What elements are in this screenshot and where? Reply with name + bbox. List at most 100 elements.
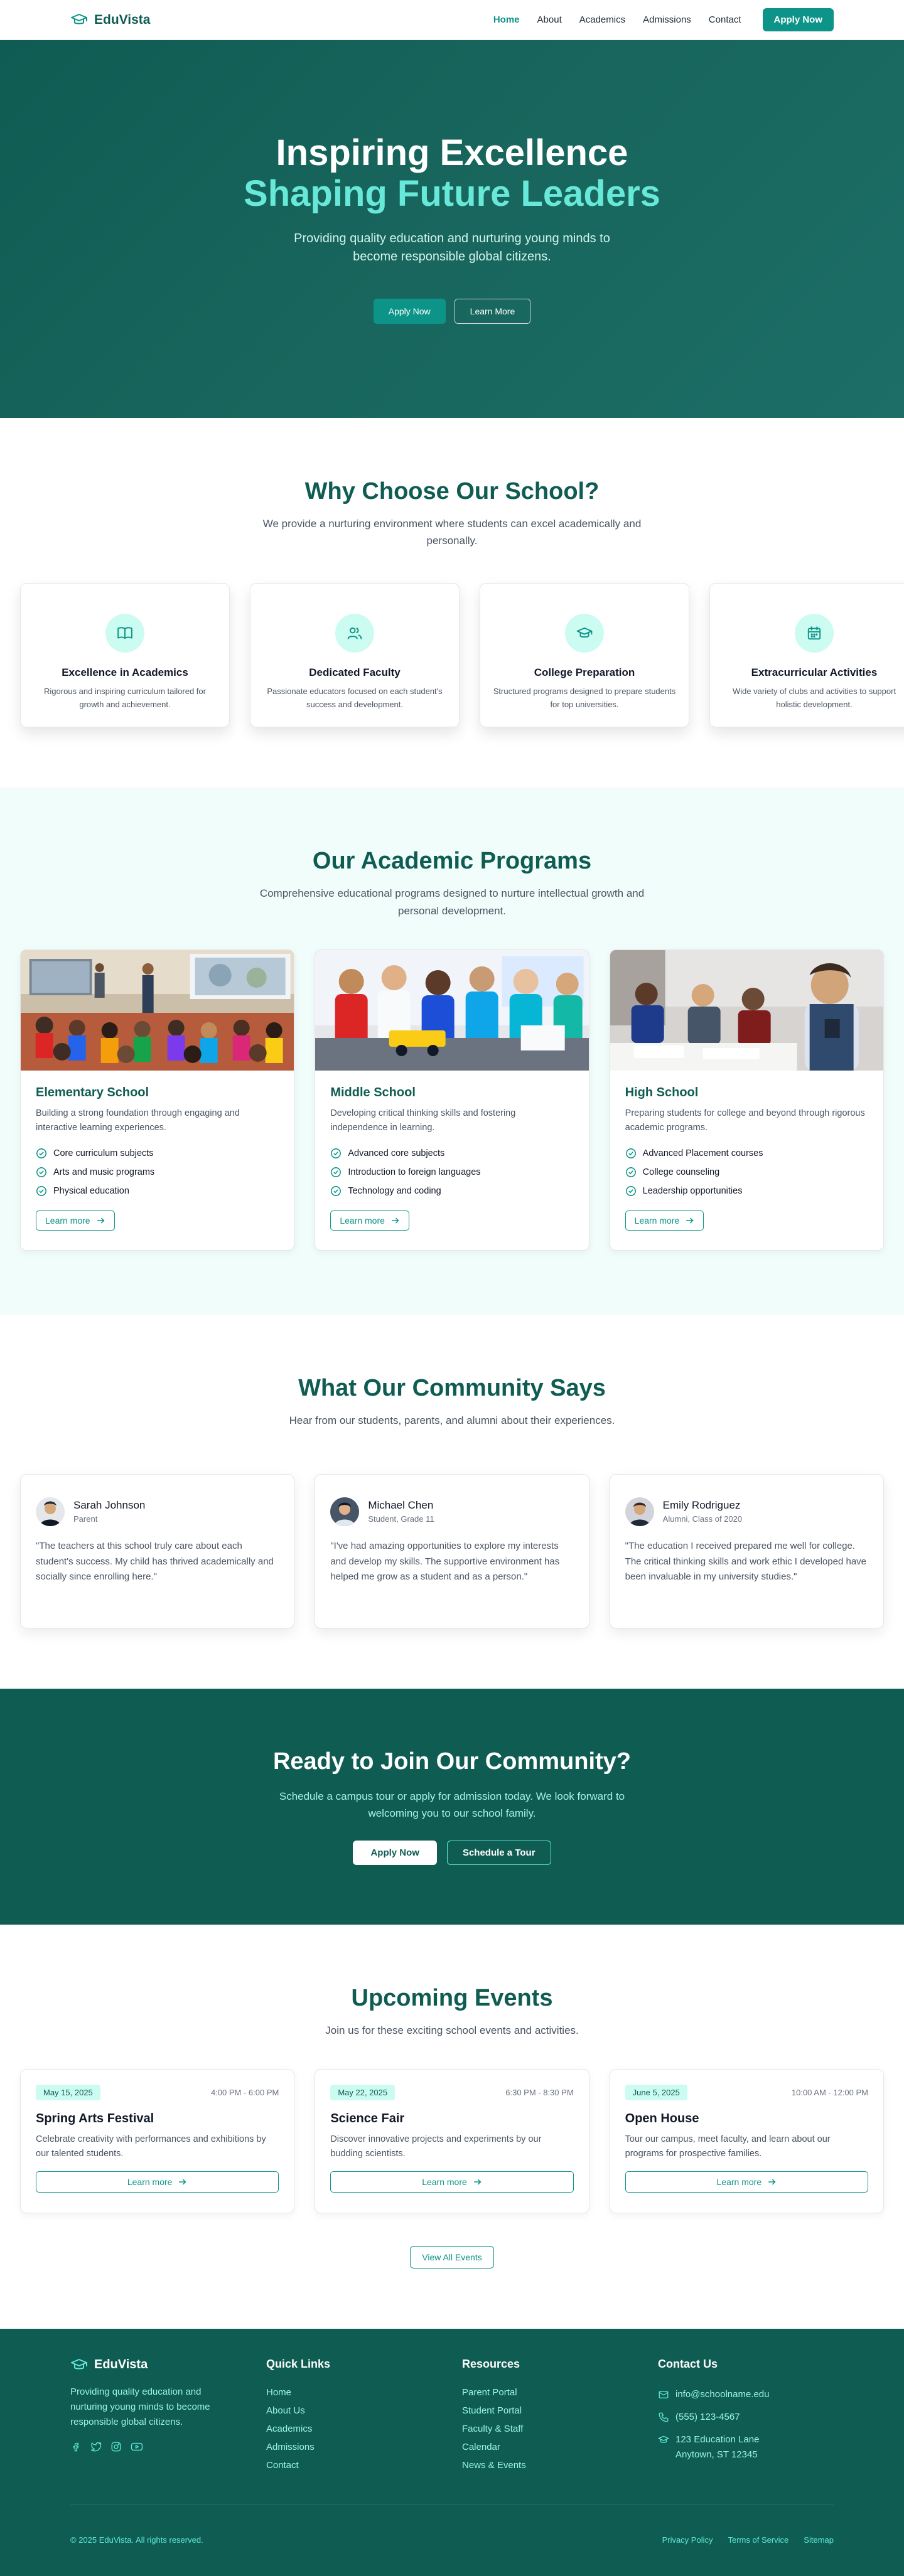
twitter-icon[interactable] <box>90 2441 102 2452</box>
book-icon <box>105 614 144 653</box>
event-time: 10:00 AM - 12:00 PM <box>791 2088 868 2098</box>
footer-column-title: Quick Links <box>266 2358 331 2371</box>
list-item: College counseling <box>625 1163 868 1182</box>
list-item: Physical education <box>36 1182 279 1200</box>
section-title: Our Academic Programs <box>312 848 592 875</box>
footer-link-news-events[interactable]: News & Events <box>462 2456 638 2474</box>
arrow-right-icon <box>768 2178 777 2186</box>
event-learn-more-button[interactable]: Learn more <box>625 2171 868 2193</box>
cta-section: Ready to Join Our Community? Schedule a … <box>0 1688 904 1925</box>
feature-desc: Rigorous and inspiring curriculum tailor… <box>44 687 206 709</box>
footer-link-home[interactable]: Home <box>266 2383 442 2402</box>
nav-link-admissions[interactable]: Admissions <box>643 14 691 25</box>
mail-icon <box>658 2387 669 2400</box>
nav-link-academics[interactable]: Academics <box>579 14 625 25</box>
program-learn-more-button[interactable]: Learn more <box>36 1211 115 1231</box>
check-circle-icon <box>330 1185 342 1197</box>
footer-link-calendar[interactable]: Calendar <box>462 2438 638 2456</box>
program-learn-more-button[interactable]: Learn more <box>625 1211 704 1231</box>
check-circle-icon <box>625 1167 637 1178</box>
feature-card: Dedicated Faculty Passionate educators f… <box>250 583 460 728</box>
feature-desc: Wide variety of clubs and activities to … <box>732 687 896 709</box>
feature-label: Introduction to foreign languages <box>348 1167 481 1178</box>
address-line-2: Anytown, ST 12345 <box>675 2449 758 2461</box>
hero-apply-button[interactable]: Apply Now <box>373 299 446 324</box>
event-card: May 22, 2025 6:30 PM - 8:30 PM Science Fa… <box>315 2069 589 2214</box>
view-all-events-button[interactable]: View All Events <box>410 2246 494 2269</box>
feature-label: Advanced Placement courses <box>642 1148 763 1159</box>
event-learn-more-button[interactable]: Learn more <box>330 2171 574 2193</box>
testimonial-card: Emily Rodriguez Alumni, Class of 2020 "T… <box>609 1473 884 1628</box>
terms-of-service-link[interactable]: Terms of Service <box>728 2535 788 2545</box>
footer-link-contact[interactable]: Contact <box>266 2456 442 2474</box>
feature-card: College Preparation Structured programs … <box>480 583 689 728</box>
section-subtitle: Hear from our students, parents, and alu… <box>289 1414 615 1426</box>
contact-email: info@schoolname.edu <box>658 2383 834 2406</box>
hero-title: Inspiring Excellence <box>276 132 628 173</box>
users-icon <box>335 614 374 653</box>
program-title: Middle School <box>330 1085 416 1099</box>
program-learn-more-button[interactable]: Learn more <box>330 1211 409 1231</box>
event-date-badge: May 22, 2025 <box>330 2085 396 2101</box>
cta-apply-button[interactable]: Apply Now <box>353 1841 437 1866</box>
feature-label: Advanced core subjects <box>348 1148 445 1159</box>
hero-section: Inspiring Excellence Shaping Future Lead… <box>0 40 904 418</box>
section-title: Upcoming Events <box>351 1984 553 2011</box>
programs-grid: Elementary School Building a strong foun… <box>20 949 884 1251</box>
event-date-badge: June 5, 2025 <box>625 2085 687 2101</box>
hero-learn-more-button[interactable]: Learn More <box>454 299 531 324</box>
event-learn-more-button[interactable]: Learn more <box>36 2171 279 2193</box>
nav-link-about[interactable]: About <box>537 14 562 25</box>
footer-link-academics[interactable]: Academics <box>266 2420 442 2438</box>
check-circle-icon <box>36 1148 47 1159</box>
youtube-icon[interactable] <box>131 2441 143 2452</box>
footer-link-admissions[interactable]: Admissions <box>266 2438 442 2456</box>
arrow-right-icon <box>391 1216 400 1225</box>
check-circle-icon <box>36 1167 47 1178</box>
privacy-policy-link[interactable]: Privacy Policy <box>662 2535 713 2545</box>
nav-link-contact[interactable]: Contact <box>709 14 741 25</box>
instagram-icon[interactable] <box>110 2441 122 2452</box>
event-title: Spring Arts Festival <box>36 2112 154 2126</box>
event-card: May 15, 2025 4:00 PM - 6:00 PM Spring Art… <box>20 2069 295 2214</box>
facebook-icon[interactable] <box>70 2441 82 2452</box>
list-item: Core curriculum subjects <box>36 1144 279 1163</box>
sitemap-link[interactable]: Sitemap <box>804 2535 834 2545</box>
footer-link-parent-portal[interactable]: Parent Portal <box>462 2383 638 2402</box>
arrow-right-icon <box>97 1216 105 1225</box>
copyright: © 2025 EduVista. All rights reserved. <box>70 2535 203 2545</box>
footer-link-about[interactable]: About Us <box>266 2402 442 2420</box>
button-label: Learn more <box>634 1216 680 1226</box>
check-circle-icon <box>330 1167 342 1178</box>
program-desc: Building a strong foundation through eng… <box>36 1108 240 1133</box>
nav-links: Home About Academics Admissions Contact … <box>493 8 834 31</box>
footer-link-student-portal[interactable]: Student Portal <box>462 2402 638 2420</box>
button-label: Learn more <box>45 1216 90 1226</box>
event-date-badge: May 15, 2025 <box>36 2085 100 2101</box>
brand-logo-link[interactable]: EduVista <box>70 13 150 28</box>
program-desc: Developing critical thinking skills and … <box>330 1108 516 1133</box>
event-desc: Tour our campus, meet faculty, and learn… <box>625 2134 831 2159</box>
testimonial-role: Student, Grade 11 <box>368 1514 434 1524</box>
footer-contact: Contact Us info@schoolname.edu (555) 123… <box>658 2358 834 2474</box>
avatar <box>330 1497 360 1526</box>
button-label: Learn more <box>340 1216 385 1226</box>
footer-resources: Resources Parent Portal Student Portal F… <box>462 2358 638 2474</box>
feature-label: Arts and music programs <box>53 1167 155 1178</box>
footer-link-faculty-staff[interactable]: Faculty & Staff <box>462 2420 638 2438</box>
email-link[interactable]: info@schoolname.edu <box>675 2387 770 2402</box>
section-subtitle: Join us for these exciting school events… <box>325 2024 579 2036</box>
nav-link-home[interactable]: Home <box>493 14 520 25</box>
button-label: Learn more <box>422 2177 467 2188</box>
schedule-tour-button[interactable]: Schedule a Tour <box>446 1841 551 1866</box>
footer: EduVista Providing quality education and… <box>0 2329 904 2576</box>
arrow-right-icon <box>473 2178 482 2186</box>
why-choose-section: Why Choose Our School? We provide a nurt… <box>0 418 904 788</box>
phone-link[interactable]: (555) 123-4567 <box>675 2410 740 2425</box>
nav-apply-button[interactable]: Apply Now <box>762 8 834 31</box>
brand-name: EduVista <box>94 12 151 27</box>
feature-card: Excellence in Academics Rigorous and ins… <box>20 583 230 728</box>
program-desc: Preparing students for college and beyon… <box>625 1108 865 1133</box>
avatar <box>625 1497 654 1526</box>
testimonial-role: Parent <box>73 1514 98 1524</box>
